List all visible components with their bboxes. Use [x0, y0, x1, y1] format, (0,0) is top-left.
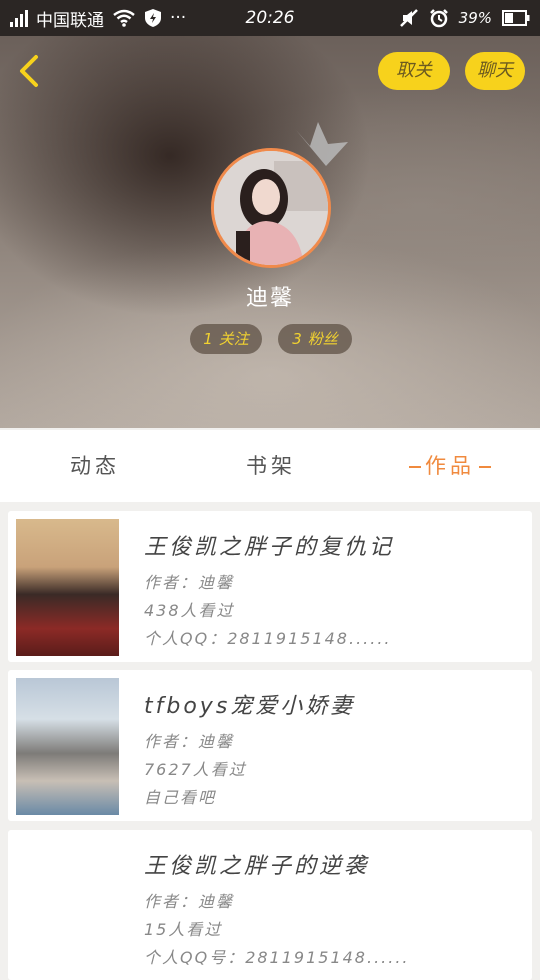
- back-icon[interactable]: [14, 54, 48, 88]
- mute-icon: [399, 9, 418, 27]
- book-cover: [16, 519, 119, 656]
- fans-count-badge[interactable]: 3 粉丝: [278, 324, 352, 354]
- alarm-icon: [429, 9, 448, 28]
- book-title: 王俊凯之胖子的复仇记: [144, 535, 395, 560]
- book-author: 作者：迪馨: [144, 732, 235, 751]
- book-views: 7627人看过: [144, 760, 247, 779]
- username: 迪馨: [245, 286, 294, 311]
- book-description: 个人QQ号：2811915148......: [144, 948, 410, 967]
- book-title: 王俊凯之胖子的逆袭: [144, 854, 370, 879]
- following-count-badge[interactable]: 1 关注: [190, 324, 262, 354]
- book-cover: [16, 678, 119, 815]
- list-item[interactable]: 王俊凯之胖子的逆袭 作者：迪馨 15人看过 个人QQ号：2811915148..…: [8, 830, 532, 980]
- following-label: 关注: [218, 330, 249, 348]
- book-views: 15人看过: [144, 920, 223, 939]
- unfollow-button[interactable]: 取关: [378, 52, 450, 90]
- book-author: 作者：迪馨: [144, 892, 235, 911]
- profile-tabs: 动态 书架 作品: [0, 430, 540, 502]
- battery-percent: 39%: [458, 9, 492, 27]
- avatar[interactable]: [211, 148, 331, 268]
- status-right: 39%: [399, 0, 530, 36]
- list-item[interactable]: tfboys宠爱小娇妻 作者：迪馨 7627人看过 自己看吧: [8, 670, 532, 821]
- list-item[interactable]: 王俊凯之胖子的复仇记 作者：迪馨 438人看过 个人QQ：2811915148.…: [8, 511, 532, 662]
- fans-count: 3: [292, 330, 302, 348]
- book-title: tfboys宠爱小娇妻: [144, 694, 356, 719]
- status-bar: 中国联通 ··· 20:26 39%: [0, 0, 540, 36]
- chat-button[interactable]: 聊天: [465, 52, 525, 90]
- tab-indicator-right: [479, 466, 491, 468]
- tab-bookshelf[interactable]: 书架: [226, 430, 316, 502]
- fans-label: 粉丝: [307, 330, 338, 348]
- book-views: 438人看过: [144, 601, 235, 620]
- profile-header: 取关 聊天 迪馨 1 关注 3 粉丝: [0, 36, 540, 428]
- following-count: 1: [203, 330, 213, 348]
- book-author: 作者：迪馨: [144, 573, 235, 592]
- book-description: 个人QQ：2811915148......: [144, 629, 392, 648]
- tab-works-label: 作品: [425, 454, 475, 478]
- tab-dynamic[interactable]: 动态: [50, 430, 140, 502]
- tab-indicator-left: [409, 466, 421, 468]
- battery-icon: [502, 10, 530, 26]
- avatar-image: [214, 151, 328, 265]
- book-description: 自己看吧: [144, 788, 217, 807]
- tab-works[interactable]: 作品: [400, 430, 500, 502]
